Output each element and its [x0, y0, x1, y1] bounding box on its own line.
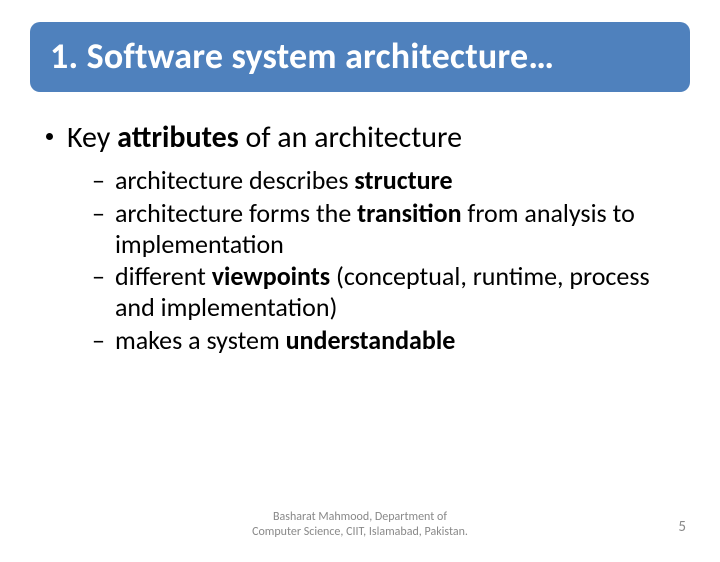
sub-bullet-list: – architecture describes structure – arc…	[92, 165, 674, 355]
sub-bullet-text: architecture describes structure	[115, 165, 453, 196]
sub-bullet-text: different viewpoints (conceptual, runtim…	[115, 261, 674, 322]
bullet-item: Key attributes of an architecture	[46, 120, 674, 155]
sub-bullet-item: – architecture describes structure	[92, 165, 674, 196]
slide-content: Key attributes of an architecture – arch…	[46, 120, 674, 355]
page-number: 5	[678, 518, 686, 536]
bullet-icon	[46, 133, 53, 140]
text-bold: attributes	[117, 119, 239, 156]
text-fragment: Key	[67, 119, 117, 156]
text-fragment: different	[115, 260, 212, 292]
text-bold: understandable	[286, 324, 456, 356]
text-fragment: makes a system	[115, 324, 286, 356]
slide-title: 1. Software system architecture…	[50, 34, 670, 78]
footer-line-1: Basharat Mahmood, Department of	[273, 510, 447, 524]
text-bold: structure	[354, 164, 452, 196]
text-fragment: of an architecture	[239, 119, 462, 156]
sub-bullet-text: architecture forms the transition from a…	[115, 198, 674, 259]
text-fragment: architecture forms the	[115, 197, 357, 229]
sub-bullet-item: – makes a system understandable	[92, 325, 674, 356]
sub-bullet-text: makes a system understandable	[115, 325, 455, 356]
slide-footer: Basharat Mahmood, Department of Computer…	[0, 510, 720, 540]
footer-line-2: Computer Science, CIIT, Islamabad, Pakis…	[252, 525, 468, 539]
dash-icon: –	[92, 198, 105, 229]
sub-bullet-item: – architecture forms the transition from…	[92, 198, 674, 259]
text-bold: viewpoints	[212, 260, 330, 292]
dash-icon: –	[92, 261, 105, 292]
bullet-text: Key attributes of an architecture	[67, 120, 462, 155]
text-fragment: architecture describes	[115, 164, 354, 196]
dash-icon: –	[92, 325, 105, 356]
sub-bullet-item: – different viewpoints (conceptual, runt…	[92, 261, 674, 322]
slide-title-box: 1. Software system architecture…	[30, 22, 690, 92]
dash-icon: –	[92, 165, 105, 196]
text-bold: transition	[357, 197, 461, 229]
